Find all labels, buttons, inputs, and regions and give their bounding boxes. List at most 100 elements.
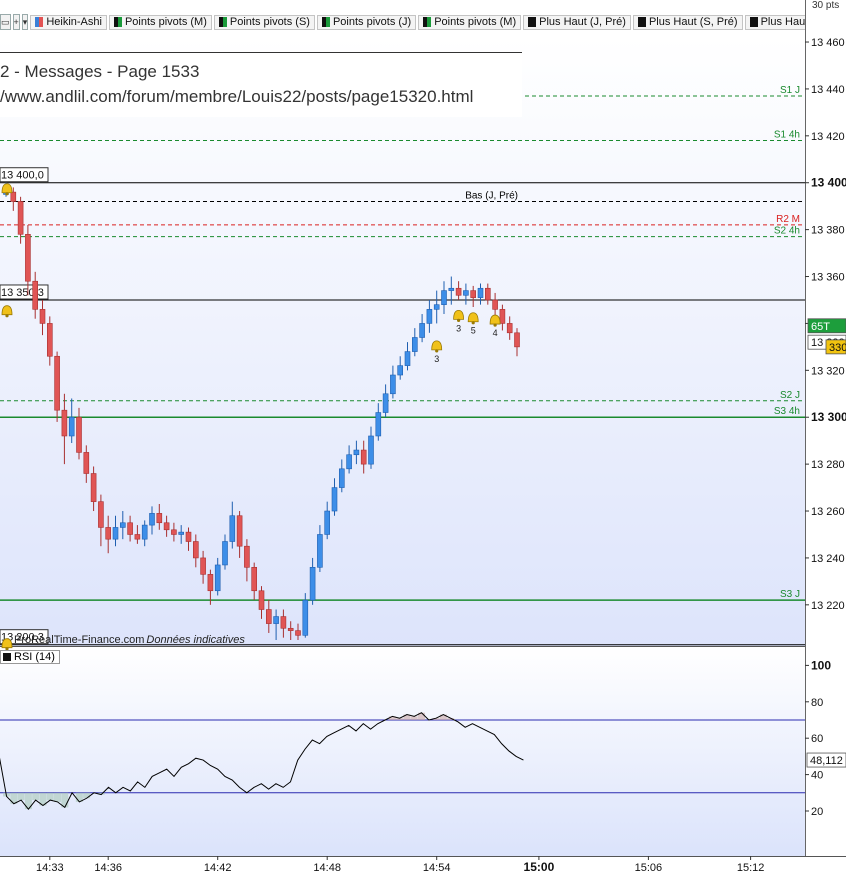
toolbar-item-high-j[interactable]: Plus Haut (J, Pré): [523, 14, 631, 30]
level-label: S1 4h: [774, 130, 800, 141]
candle-body: [360, 449, 367, 465]
candle-body: [127, 522, 133, 535]
candle-body: [90, 473, 97, 502]
rsi-panel-label[interactable]: RSI (14): [0, 650, 60, 664]
alert-bell-icon: [489, 314, 501, 325]
candle-body: [477, 287, 484, 298]
pivot-icon: [423, 17, 432, 27]
chart-canvas: 13 220 13 240 13 260 13 280 13 300 13 320 13 3…: [0, 0, 846, 873]
alert-bell-clapper: [5, 314, 9, 318]
time-tick-label: 15:06: [635, 862, 663, 873]
forum-page-title: 2 - Messages - Page 1533: [0, 62, 200, 81]
candle-body: [426, 309, 433, 324]
candle-body: [185, 531, 192, 542]
price-tick-label: 13 320: [811, 365, 845, 377]
indicator-toolbar: ▭ + ▾ Heikin-Ashi Points pivots (M) Poin…: [0, 12, 805, 32]
candle-body: [492, 299, 498, 310]
high-icon: [749, 17, 758, 27]
forum-page-url[interactable]: /www.andlil.com/forum/membre/Louis22/pos…: [0, 87, 473, 107]
toolbar-item-pivots-j[interactable]: Points pivots (J): [316, 14, 417, 30]
rsi-color-icon: [3, 653, 11, 661]
level-label: S2 J: [780, 390, 800, 401]
price-panel-background: [0, 37, 805, 646]
price-tick-label: 13 220: [811, 600, 845, 612]
candle-body: [105, 527, 111, 540]
alert-bell-icon: [431, 340, 443, 351]
alert-bell-icon: [453, 309, 465, 320]
alert-count-label: 3: [456, 323, 461, 333]
candle-body: [368, 435, 374, 465]
time-tick-label: 15:00: [524, 860, 555, 873]
toolbar-item-heikin-ashi[interactable]: Heikin-Ashi: [30, 14, 107, 30]
candle-body: [324, 510, 331, 535]
level-label: S1 J: [780, 85, 800, 96]
rsi-panel-background: [0, 647, 805, 856]
toolbar-item-high-s2[interactable]: Plus Haut (S: [744, 14, 805, 30]
pivot-icon: [113, 17, 122, 27]
candle-body: [25, 234, 31, 282]
candle-body: [470, 290, 477, 298]
down-arrow-icon[interactable]: ▾: [21, 14, 29, 30]
candle-body: [244, 545, 250, 568]
time-tick-label: 14:33: [36, 862, 64, 873]
candle-body: [76, 416, 82, 453]
toolbar-item-high-s[interactable]: Plus Haut (S, Pré): [632, 14, 743, 30]
heikin-ashi-icon: [35, 17, 44, 27]
price-tick-label: 13 240: [811, 553, 845, 565]
candle-body: [251, 567, 257, 592]
rsi-tick-label: 100: [811, 658, 831, 672]
level-label: S2 4h: [774, 226, 800, 237]
right-price-tag-text: 330,: [829, 342, 846, 354]
rsi-last-value-text: 48,112: [810, 755, 843, 767]
price-tick-label: 13 460: [811, 37, 845, 49]
candle-body: [258, 590, 265, 610]
toolbar-item-pivots-s[interactable]: Points pivots (S): [213, 14, 315, 30]
candle-body: [32, 280, 39, 310]
rsi-tick-label: 20: [811, 806, 823, 818]
candle-body: [448, 287, 455, 291]
alert-bell-icon: [1, 305, 13, 316]
candle-body: [39, 309, 46, 324]
candle-body: [149, 513, 155, 526]
time-tick-label: 15:12: [737, 862, 765, 873]
level-label: R2 M: [776, 214, 800, 225]
alert-bell-clapper: [457, 318, 461, 322]
watermark-note: Données indicatives: [146, 634, 245, 646]
candle-body: [419, 323, 425, 338]
candle-body: [404, 351, 411, 366]
alert-bell-clapper: [493, 323, 497, 327]
time-tick-label: 14:36: [94, 862, 122, 873]
rsi-tick-label: 60: [811, 733, 823, 745]
pivot-icon: [321, 17, 330, 27]
toolbar-item-pivots-m[interactable]: Points pivots (M): [108, 14, 212, 30]
watermark-brand: ProRealTime-Finance.com: [14, 634, 145, 646]
candle-body: [46, 323, 53, 357]
toolbar-item-pivots-m2[interactable]: Points pivots (M): [418, 14, 522, 30]
alert-bell-icon: [467, 312, 479, 323]
candle-body: [17, 201, 24, 235]
candle-body: [411, 337, 418, 352]
candle-body: [375, 412, 382, 437]
alert-bell-icon: [1, 638, 13, 649]
alert-count-label: 3: [434, 354, 439, 364]
add-icon[interactable]: +: [12, 14, 20, 30]
candle-body: [83, 452, 90, 474]
candle-body: [309, 567, 316, 601]
watermark: ProRealTime-Finance.com Données indicativ…: [14, 634, 245, 646]
price-tick-label: 13 420: [811, 131, 845, 143]
candle-body: [265, 609, 272, 624]
candle-body: [287, 627, 294, 631]
minimize-icon[interactable]: ▭: [0, 14, 11, 30]
pivot-icon: [218, 17, 227, 27]
high-icon: [528, 17, 537, 27]
candle-body: [302, 599, 309, 636]
point-size-label: 30 pts: [812, 0, 840, 11]
high-icon: [637, 17, 646, 27]
candle-body: [222, 541, 228, 566]
info-overlay: 2 - Messages - Page 1533 /www.andlil.com…: [0, 52, 522, 117]
candle-body: [171, 529, 177, 535]
candle-body: [506, 323, 513, 334]
candle-body: [98, 501, 104, 528]
alert-bell-clapper: [435, 349, 439, 353]
level-label: S3 J: [780, 589, 800, 600]
